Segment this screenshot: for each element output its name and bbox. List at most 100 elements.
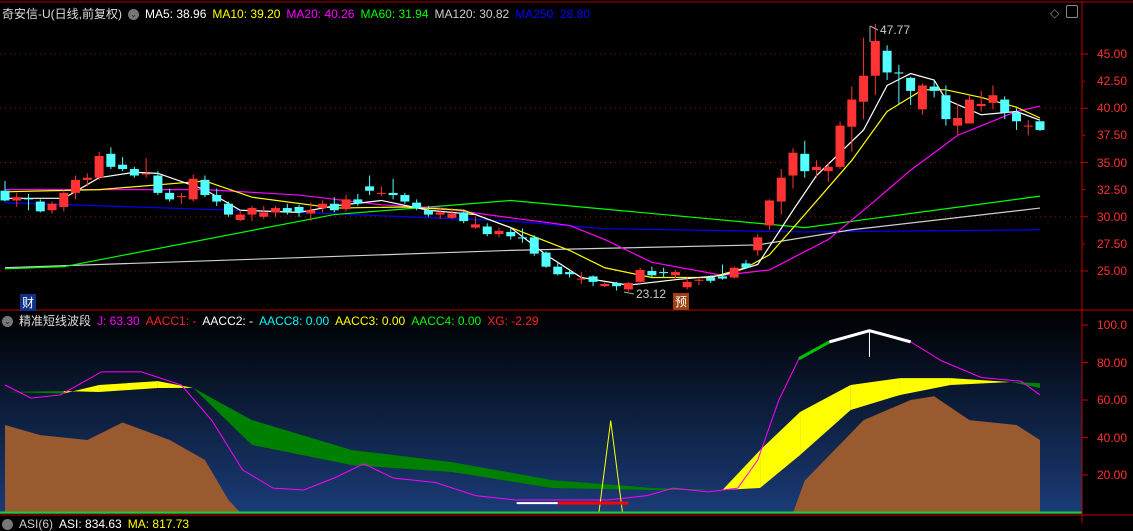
candle-body [694, 279, 704, 281]
candle-body [318, 203, 328, 209]
candle [341, 195, 351, 212]
candle [271, 205, 281, 217]
candle [870, 23, 880, 96]
candle [106, 147, 116, 170]
candle-body [518, 237, 527, 239]
forecast-badge[interactable]: 预 [673, 293, 690, 310]
price-axis-label: 37.50 [1097, 128, 1128, 143]
candle-body [47, 203, 57, 211]
candle-body [812, 166, 822, 171]
candle [494, 227, 504, 238]
candle [917, 83, 927, 115]
candle-body [917, 85, 927, 110]
candle-body [1023, 125, 1033, 127]
price-axis-label: 35.00 [1097, 155, 1128, 170]
candle [835, 121, 845, 170]
candle [988, 85, 998, 110]
candle-body [529, 237, 539, 254]
candle-body [506, 231, 516, 237]
candle [1000, 96, 1010, 120]
candle [529, 235, 539, 256]
candle [741, 260, 751, 269]
candle-body [859, 75, 869, 102]
sub-indicator-label: AACC8: 0.00 [259, 314, 330, 328]
candle-body [741, 263, 751, 268]
candle-body [623, 282, 633, 290]
candle [200, 175, 210, 198]
candle-body [71, 179, 81, 193]
candle-body [188, 178, 198, 200]
candle-body [964, 99, 974, 124]
candle-body [635, 269, 645, 282]
candle [659, 267, 669, 278]
candle-body [847, 99, 857, 127]
candle-body [329, 203, 339, 211]
candle [35, 199, 45, 213]
candle-body [94, 155, 104, 178]
main-indicator-label: MA120: 30.82 [434, 7, 510, 21]
candle [482, 223, 492, 237]
candle-body [141, 173, 151, 175]
candle [388, 178, 398, 200]
candle-body [682, 281, 692, 288]
candle [94, 151, 104, 180]
candle [929, 80, 939, 98]
candle [318, 200, 328, 213]
candle [635, 267, 645, 285]
candle-body [1011, 112, 1021, 122]
main-indicator-label: MA250: 28.80 [515, 7, 590, 21]
diamond-icon[interactable]: ◇ [1050, 6, 1059, 20]
bottom-panel-header: ASI(6) ASI: 834.63 MA: 817.73 [2, 517, 201, 531]
candle [612, 281, 622, 291]
candle-body [118, 164, 128, 170]
candle [82, 173, 92, 187]
high-marker-arrow [869, 25, 879, 31]
candle-body [423, 210, 433, 215]
candle-body [659, 272, 669, 274]
low-price-annotation: 23.12 [636, 287, 667, 301]
indicator-axis-label: 80.00 [1097, 355, 1128, 370]
candle-body [259, 212, 269, 217]
candle [129, 166, 139, 178]
candle-body [953, 118, 963, 126]
candle [894, 64, 904, 104]
candle [647, 266, 657, 278]
candle-body [870, 40, 880, 76]
chevron-down-icon[interactable]: ⌄ [2, 316, 13, 328]
candle-body [412, 202, 422, 209]
candle-body [106, 153, 116, 167]
candle-body [247, 208, 257, 215]
price-axis-label: 42.50 [1097, 74, 1128, 89]
candle-body [894, 72, 904, 74]
candle-body [494, 230, 504, 235]
candle-body [823, 166, 833, 172]
candle-body [753, 237, 763, 251]
candle-body [882, 50, 892, 73]
candle [906, 76, 916, 105]
candle [976, 90, 986, 112]
sub-panel-title[interactable]: 精准短线波段 [19, 314, 91, 328]
candlestick-series [0, 23, 1045, 292]
candle-body [400, 195, 410, 202]
candle-body [235, 214, 245, 221]
candle [470, 216, 480, 229]
candle [859, 37, 869, 120]
indicator-axis-label: 20.00 [1097, 468, 1128, 482]
candle-body [435, 212, 445, 215]
candle [565, 268, 575, 278]
candle [823, 162, 833, 183]
candle [847, 86, 857, 152]
main-indicator-label: MA5: 38.96 [145, 7, 207, 21]
candle-body [459, 212, 469, 222]
candle-body [553, 266, 563, 275]
chevron-down-icon[interactable] [2, 519, 13, 531]
candle-body [212, 195, 222, 202]
chevron-down-icon[interactable]: ⌄ [128, 9, 139, 21]
finance-badge[interactable]: 财 [20, 294, 37, 311]
candle-body [82, 177, 92, 180]
candle [212, 188, 222, 206]
panel-toggle-icon[interactable] [1066, 5, 1078, 18]
candle [247, 205, 257, 222]
candle-body [612, 282, 622, 287]
main-panel-title[interactable]: 奇安信-U(日线,前复权) [2, 7, 122, 21]
